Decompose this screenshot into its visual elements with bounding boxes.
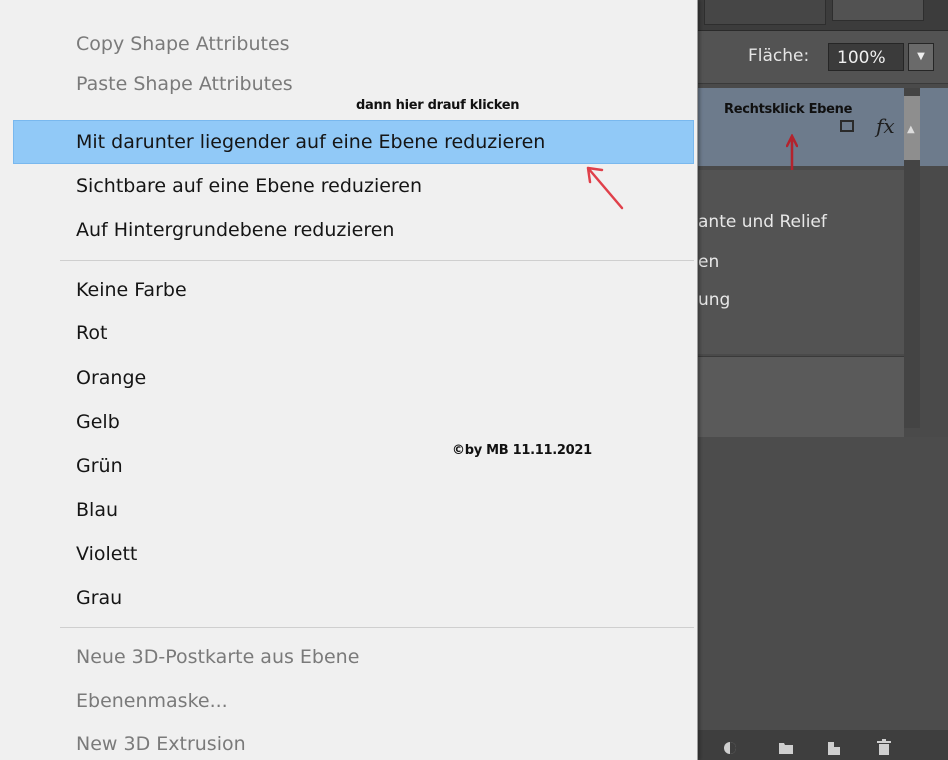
menu-item-paste-shape-attributes[interactable]: Paste Shape Attributes — [76, 73, 293, 95]
menu-item-merge-down[interactable]: Mit darunter liegender auf eine Ebene re… — [76, 131, 545, 153]
fx-icon: fx — [876, 114, 895, 138]
layer-row[interactable] — [698, 356, 904, 438]
adjustment-layer-icon[interactable] — [722, 738, 738, 756]
menu-item-color-violet[interactable]: Violett — [76, 543, 137, 565]
annotation-copyright: ©by MB 11.11.2021 — [452, 443, 592, 458]
annotation-right-click-layer: Rechtsklick Ebene — [724, 102, 853, 117]
menu-item-merge-visible[interactable]: Sichtbare auf eine Ebene reduzieren — [76, 175, 422, 197]
menu-item-color-none[interactable]: Keine Farbe — [76, 279, 187, 301]
menu-item-flatten-image[interactable]: Auf Hintergrundebene reduzieren — [76, 219, 394, 241]
layer-link-icon — [840, 120, 854, 132]
panel-topbar — [698, 0, 948, 31]
annotation-click-here: dann hier drauf klicken — [356, 98, 520, 113]
effect-item[interactable]: ung — [698, 290, 730, 310]
menu-separator — [60, 260, 694, 261]
opacity-field[interactable] — [832, 0, 924, 21]
layer-context-menu: Copy Shape Attributes Paste Shape Attrib… — [0, 0, 698, 760]
layer-effects-list: ante und Relief en ung — [698, 170, 904, 354]
menu-item-color-gray[interactable]: Grau — [76, 587, 122, 609]
fill-row: Fläche: 100% ▼ — [698, 31, 948, 84]
effect-item[interactable]: en — [698, 252, 719, 272]
menu-separator — [60, 627, 694, 628]
blend-mode-dropdown[interactable] — [704, 0, 826, 25]
menu-item-color-green[interactable]: Grün — [76, 455, 123, 477]
menu-item-color-red[interactable]: Rot — [76, 322, 107, 344]
layers-empty-area — [698, 437, 948, 730]
scroll-up-icon[interactable]: ▲ — [907, 124, 915, 135]
menu-item-copy-shape-attributes[interactable]: Copy Shape Attributes — [76, 33, 290, 55]
fill-dropdown-button[interactable]: ▼ — [908, 43, 934, 71]
menu-item-new-3d-extrusion[interactable]: New 3D Extrusion — [76, 733, 246, 755]
menu-item-color-yellow[interactable]: Gelb — [76, 411, 120, 433]
menu-item-new-3d-postcard[interactable]: Neue 3D-Postkarte aus Ebene — [76, 646, 359, 668]
fill-label: Fläche: — [748, 46, 810, 66]
effect-item[interactable]: ante und Relief — [698, 212, 827, 232]
menu-item-color-blue[interactable]: Blau — [76, 499, 118, 521]
trash-icon[interactable] — [876, 738, 892, 756]
folder-icon[interactable] — [778, 738, 794, 756]
fill-input[interactable]: 100% — [828, 43, 904, 71]
annotation-arrow-icon — [586, 166, 624, 210]
menu-item-color-orange[interactable]: Orange — [76, 367, 146, 389]
menu-item-layer-mask[interactable]: Ebenenmaske... — [76, 690, 228, 712]
layers-bottom-bar — [698, 730, 948, 760]
new-layer-icon[interactable] — [826, 738, 842, 756]
